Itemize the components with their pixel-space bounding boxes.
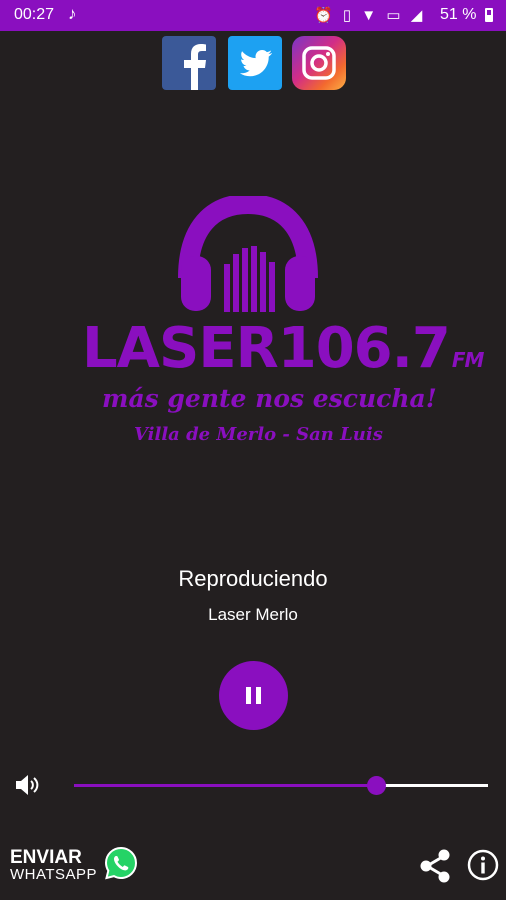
pause-button[interactable] — [219, 661, 288, 730]
volume-slider-fill — [74, 784, 377, 787]
whatsapp-label-line2: WHATSAPP — [10, 866, 98, 883]
logo-fm: FM — [451, 348, 485, 372]
no-sim-icon: ▭ — [386, 7, 401, 24]
pause-icon-bar-left — [246, 687, 251, 704]
facebook-button[interactable] — [162, 36, 216, 90]
status-icons: ⏰ ▯ ▼ ▭ ◢ — [314, 6, 422, 24]
logo-brand-text: LASER106.7 — [82, 316, 451, 381]
logo-brand: LASER106.7 FM — [82, 316, 484, 381]
share-icon[interactable] — [418, 848, 452, 884]
headphones-icon — [178, 196, 318, 312]
whatsapp-label-line1: ENVIAR — [10, 847, 82, 868]
station-logo: LASER106.7 FM más gente nos escucha! Vill… — [78, 196, 484, 456]
facebook-icon — [184, 44, 206, 90]
battery-percent: 51 % — [440, 6, 477, 23]
volume-slider-thumb[interactable] — [366, 776, 386, 795]
volume-slider[interactable] — [74, 776, 488, 795]
instagram-button[interactable] — [292, 36, 346, 90]
alarm-icon: ⏰ — [314, 7, 333, 24]
playback-status: Reproduciendo — [178, 566, 328, 591]
music-note-icon: ♪ — [68, 4, 77, 23]
pause-icon-bar-right — [256, 687, 261, 704]
logo-slogan: más gente nos escucha! — [102, 384, 437, 413]
twitter-icon — [239, 50, 272, 77]
twitter-button[interactable] — [228, 36, 282, 90]
wifi-icon: ▼ — [361, 7, 377, 24]
info-icon[interactable] — [467, 849, 499, 881]
whatsapp-icon[interactable] — [103, 845, 139, 881]
send-whatsapp-button[interactable]: ENVIAR WHATSAPP — [10, 848, 97, 883]
status-bar: 00:27 ♪ ⏰ ▯ ▼ ▭ ◢ 51 % — [0, 0, 506, 31]
signal-icon: ◢ — [410, 7, 423, 24]
battery-icon — [485, 8, 493, 22]
vibrate-icon: ▯ — [342, 7, 352, 24]
volume-icon[interactable] — [14, 773, 42, 797]
station-name: Laser Merlo — [208, 605, 298, 624]
status-time: 00:27 — [14, 6, 55, 23]
instagram-icon — [302, 46, 336, 80]
logo-city: Villa de Merlo - San Luis — [134, 424, 383, 445]
